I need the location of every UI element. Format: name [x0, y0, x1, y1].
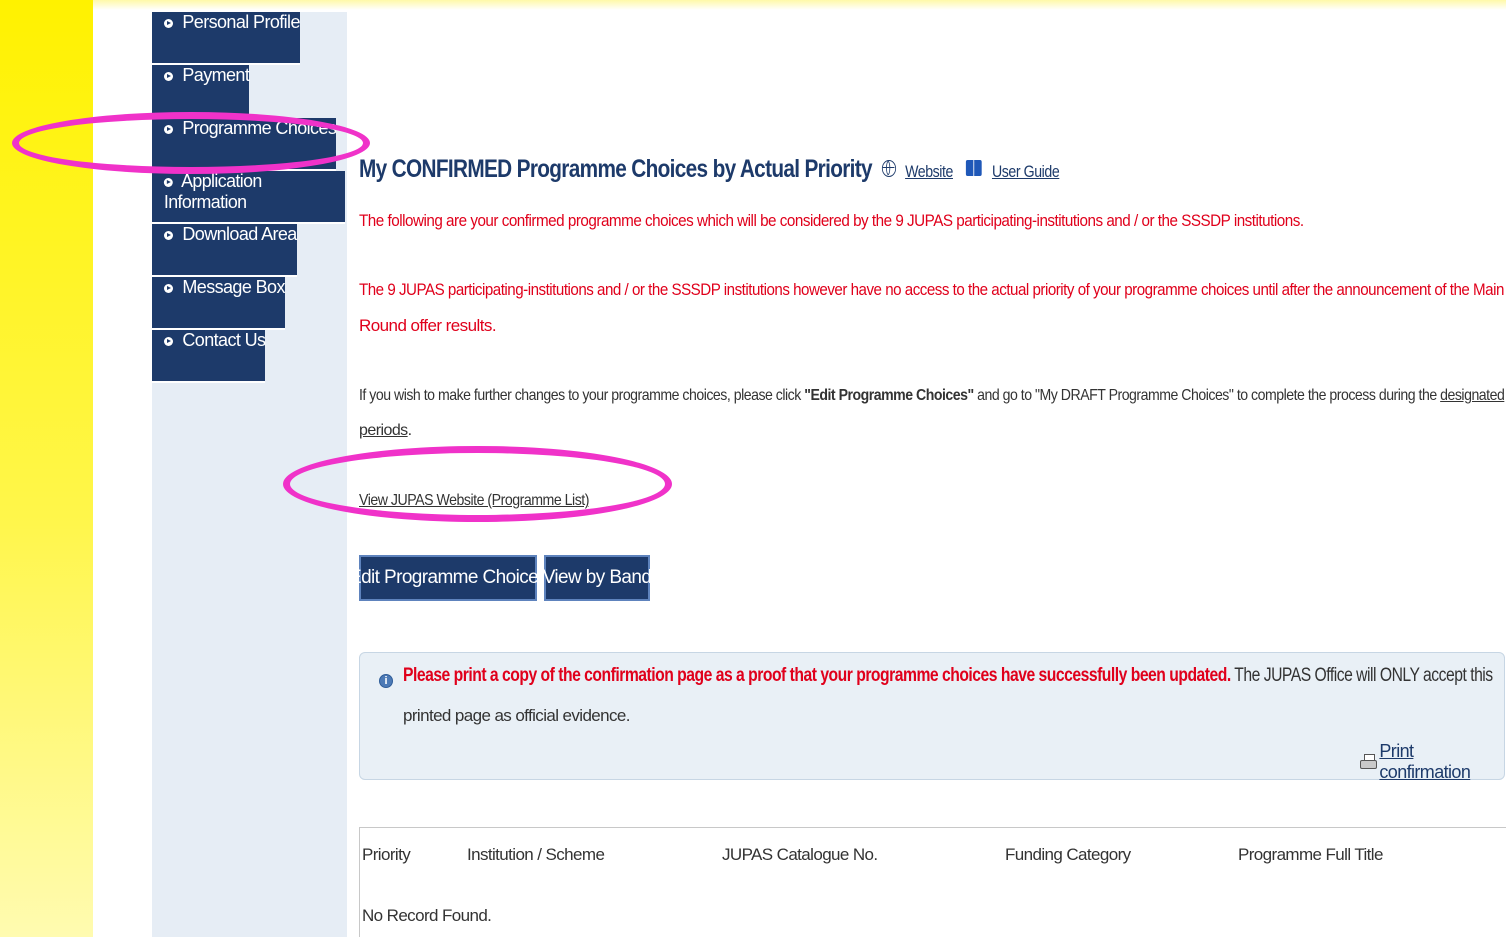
print-notice-line2: printed page as official evidence. [403, 706, 631, 725]
sidebar-item-programme-choices[interactable]: Programme Choices [152, 118, 337, 171]
instructions-text: If you wish to make further changes to y… [359, 387, 805, 404]
no-record-message: No Record Found. [362, 906, 492, 925]
print-notice-line1: Please print a copy of the confirmation … [403, 665, 1493, 687]
user-guide-link[interactable]: User Guide [992, 162, 1060, 181]
arrow-bullet-icon [164, 19, 173, 28]
top-strip [93, 0, 1506, 10]
sidebar-item-label: Contact Us [182, 330, 266, 350]
edit-programme-choices-button[interactable]: Edit Programme Choices [349, 555, 548, 601]
print-notice-red-text: Please print a copy of the confirmation … [403, 665, 1231, 686]
sidebar-item-application-information[interactable]: Application Information [152, 171, 345, 224]
programme-choices-table: Priority Institution / Scheme JUPAS Cata… [359, 827, 1506, 937]
sidebar-item-personal-profile[interactable]: Personal Profile [152, 12, 300, 65]
edit-instructions-line2: periods. [359, 413, 412, 448]
edit-instructions-line1: If you wish to make further changes to y… [359, 378, 1505, 413]
arrow-bullet-icon [164, 284, 173, 293]
arrow-bullet-icon [164, 337, 173, 346]
arrow-bullet-icon [164, 231, 173, 240]
print-notice-box: i Please print a copy of the confirmatio… [359, 652, 1505, 783]
instructions-text-2: and go to "My DRAFT Programme Choices" t… [973, 387, 1441, 404]
page-title: My CONFIRMED Programme Choices by Actual… [359, 155, 873, 183]
priority-access-notice-line1: The 9 JUPAS participating-institutions a… [359, 280, 1504, 299]
sidebar: Personal Profile Payment Programme Choic… [152, 12, 347, 937]
info-icon: i [379, 674, 393, 688]
designated-periods-link-cont[interactable]: periods [359, 422, 408, 439]
print-notice-gray-text: The JUPAS Office will ONLY accept this [1230, 665, 1493, 686]
sidebar-item-contact-us[interactable]: Contact Us [152, 330, 266, 383]
globe-icon [882, 160, 897, 177]
print-confirmation-label: Print confirmation [1379, 741, 1471, 782]
printer-icon [1360, 753, 1378, 771]
arrow-bullet-icon [164, 125, 173, 134]
priority-access-notice-line2: Round offer results. [359, 316, 497, 335]
view-jupas-website-link[interactable]: View JUPAS Website (Programme List) [359, 483, 589, 518]
instructions-bold-text: "Edit Programme Choices" [804, 387, 974, 404]
book-icon [965, 159, 983, 177]
left-yellow-strip [0, 0, 93, 937]
instructions-period: . [407, 422, 412, 439]
designated-periods-link[interactable]: designated [1440, 387, 1505, 404]
website-link[interactable]: Website [905, 162, 953, 181]
confirmed-choices-notice: The following are your confirmed program… [359, 211, 1304, 230]
sidebar-item-label: Download Area [182, 224, 297, 244]
sidebar-item-message-box[interactable]: Message Box [152, 277, 285, 330]
column-header-institution: Institution / Scheme [467, 845, 605, 864]
sidebar-item-label: Payment [182, 65, 250, 85]
sidebar-item-label: Programme Choices [182, 118, 337, 138]
sidebar-item-label: Application Information [163, 171, 262, 212]
sidebar-item-download-area[interactable]: Download Area [152, 224, 297, 277]
arrow-bullet-icon [163, 178, 173, 187]
view-by-band-button[interactable]: View by Band [543, 555, 652, 601]
print-confirmation-link[interactable]: Print confirmation [1360, 741, 1504, 783]
column-header-priority: Priority [362, 845, 411, 864]
sidebar-item-label: Personal Profile [182, 12, 300, 32]
sidebar-item-label: Message Box [182, 277, 285, 297]
column-header-programme-title: Programme Full Title [1238, 845, 1383, 864]
column-header-catalogue-no: JUPAS Catalogue No. [722, 845, 878, 864]
arrow-bullet-icon [164, 72, 173, 81]
sidebar-item-payment[interactable]: Payment [152, 65, 250, 118]
column-header-funding-category: Funding Category [1005, 845, 1131, 864]
page-heading: My CONFIRMED Programme Choices by Actual… [359, 155, 1060, 184]
